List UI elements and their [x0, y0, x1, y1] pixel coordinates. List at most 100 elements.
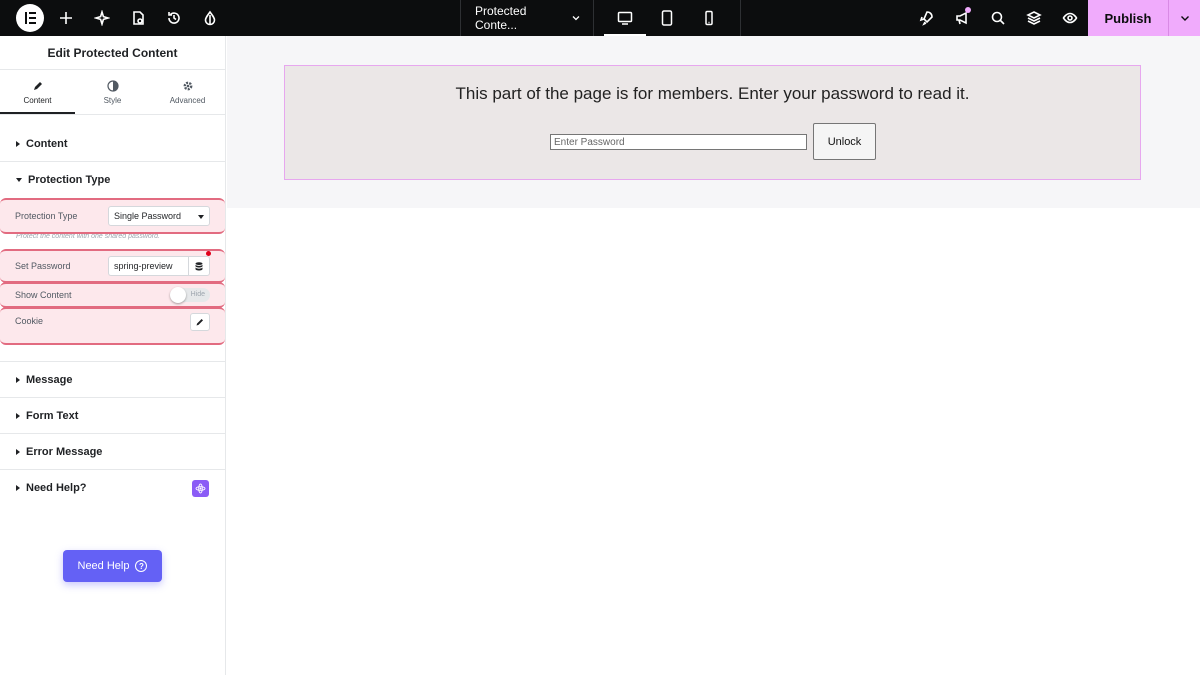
- rocket-icon: [919, 11, 933, 26]
- page-settings-button[interactable]: [120, 0, 156, 36]
- tab-content[interactable]: Content: [0, 70, 75, 114]
- document-title: Protected Conte...: [475, 4, 527, 32]
- toolbar-left: [0, 0, 228, 36]
- cookie-label: Cookie: [15, 316, 44, 326]
- search-button[interactable]: [980, 0, 1016, 36]
- help-badge[interactable]: [192, 479, 209, 497]
- section-form-text[interactable]: Form Text: [0, 398, 225, 434]
- section-form-text-label: Form Text: [26, 409, 79, 422]
- cookie-control: Cookie: [0, 307, 225, 345]
- mobile-icon: [705, 10, 713, 26]
- set-password-label: Set Password: [15, 261, 71, 271]
- whats-new-button[interactable]: [944, 0, 980, 36]
- section-protection-type[interactable]: Protection Type: [0, 162, 225, 198]
- section-error-message[interactable]: Error Message: [0, 434, 225, 470]
- chevron-down-icon: [1180, 16, 1189, 21]
- need-help-button[interactable]: Need Help ?: [63, 550, 162, 582]
- structure-button[interactable]: [1016, 0, 1052, 36]
- tab-advanced[interactable]: Advanced: [150, 70, 225, 114]
- section-need-help-label: Need Help?: [26, 482, 87, 494]
- section-content[interactable]: Content: [0, 126, 225, 162]
- contrast-icon: [106, 79, 119, 92]
- responsive-mode-switcher: [594, 0, 741, 36]
- caret-down-icon: [16, 178, 22, 182]
- caret-right-icon: [16, 485, 20, 491]
- protection-type-value: Single Password: [114, 211, 182, 221]
- sparkle-icon: [94, 10, 110, 26]
- plus-icon: [60, 12, 72, 24]
- protection-type-controls: Protection Type Single Password Protect …: [0, 198, 225, 362]
- atom-icon: [195, 483, 206, 493]
- pencil-icon: [196, 319, 203, 326]
- layers-icon: [1026, 11, 1042, 25]
- need-help-button-label: Need Help: [77, 560, 130, 572]
- toolbar-right: [908, 0, 1088, 36]
- tab-content-label: Content: [23, 95, 52, 105]
- canvas-section: This part of the page is for members. En…: [227, 36, 1200, 208]
- protected-content-widget[interactable]: This part of the page is for members. En…: [284, 65, 1141, 180]
- top-bar: Protected Conte... Publish: [0, 0, 1200, 36]
- panel-title: Edit Protected Content: [0, 36, 225, 70]
- switch-knob: [170, 287, 186, 303]
- search-icon: [991, 11, 1005, 25]
- add-element-button[interactable]: [48, 0, 84, 36]
- caret-right-icon: [16, 412, 20, 419]
- cookie-edit-button[interactable]: [190, 313, 210, 331]
- editor-panel: Edit Protected Content Content Style Adv…: [0, 36, 226, 675]
- switch-label: Hide: [190, 291, 205, 298]
- preview-button[interactable]: [1052, 0, 1088, 36]
- section-message[interactable]: Message: [0, 362, 225, 398]
- tab-advanced-label: Advanced: [169, 95, 206, 105]
- select-arrow-icon: [198, 215, 204, 219]
- chevron-down-icon: [572, 16, 580, 21]
- pencil-icon: [33, 81, 42, 90]
- panel-tabs: Content Style Advanced: [0, 70, 225, 115]
- set-password-control: Set Password spring-preview: [0, 249, 225, 283]
- gear-icon: [183, 81, 192, 90]
- droplet-icon: [204, 10, 216, 26]
- password-input[interactable]: Enter Password: [550, 134, 807, 150]
- section-message-label: Message: [26, 373, 73, 386]
- database-icon: [195, 261, 203, 270]
- tab-style-label: Style: [103, 95, 122, 105]
- section-content-label: Content: [26, 137, 68, 150]
- ai-button[interactable]: [84, 0, 120, 36]
- section-error-message-label: Error Message: [26, 445, 103, 458]
- tab-style[interactable]: Style: [75, 70, 150, 114]
- desktop-icon: [617, 11, 633, 25]
- unlock-button[interactable]: Unlock: [813, 123, 876, 160]
- preview-canvas: This part of the page is for members. En…: [227, 36, 1200, 675]
- caret-right-icon: [16, 140, 20, 147]
- dynamic-tags-button[interactable]: [188, 256, 210, 276]
- publish-button[interactable]: Publish: [1088, 0, 1168, 36]
- site-settings-button[interactable]: [192, 0, 228, 36]
- desktop-mode-button[interactable]: [604, 0, 646, 36]
- elementor-logo[interactable]: [16, 4, 44, 32]
- elementor-logo-icon: [24, 12, 36, 24]
- tablet-icon: [661, 10, 673, 26]
- section-protection-type-label: Protection Type: [28, 174, 111, 186]
- question-icon: ?: [135, 560, 148, 572]
- protection-type-control: Protection Type Single Password: [0, 198, 225, 234]
- set-password-input[interactable]: spring-preview: [108, 256, 188, 276]
- caret-right-icon: [16, 448, 20, 455]
- launch-button[interactable]: [908, 0, 944, 36]
- show-content-switch[interactable]: Hide: [170, 287, 210, 303]
- show-content-control: Show Content Hide: [0, 282, 225, 308]
- show-content-label: Show Content: [15, 290, 72, 300]
- eye-icon: [1062, 12, 1078, 24]
- page-settings-icon: [133, 11, 144, 25]
- publish-options-button[interactable]: [1168, 0, 1200, 36]
- protection-type-label: Protection Type: [15, 211, 78, 221]
- protected-message: This part of the page is for members. En…: [455, 84, 970, 103]
- tablet-mode-button[interactable]: [646, 0, 688, 36]
- history-button[interactable]: [156, 0, 192, 36]
- caret-right-icon: [16, 376, 20, 383]
- mobile-mode-button[interactable]: [688, 0, 730, 36]
- toolbar-center: Protected Conte...: [460, 0, 741, 36]
- section-need-help[interactable]: Need Help?: [0, 470, 225, 506]
- history-icon: [168, 12, 180, 24]
- document-title-dropdown[interactable]: Protected Conte...: [460, 0, 594, 36]
- protection-type-select[interactable]: Single Password: [108, 206, 210, 226]
